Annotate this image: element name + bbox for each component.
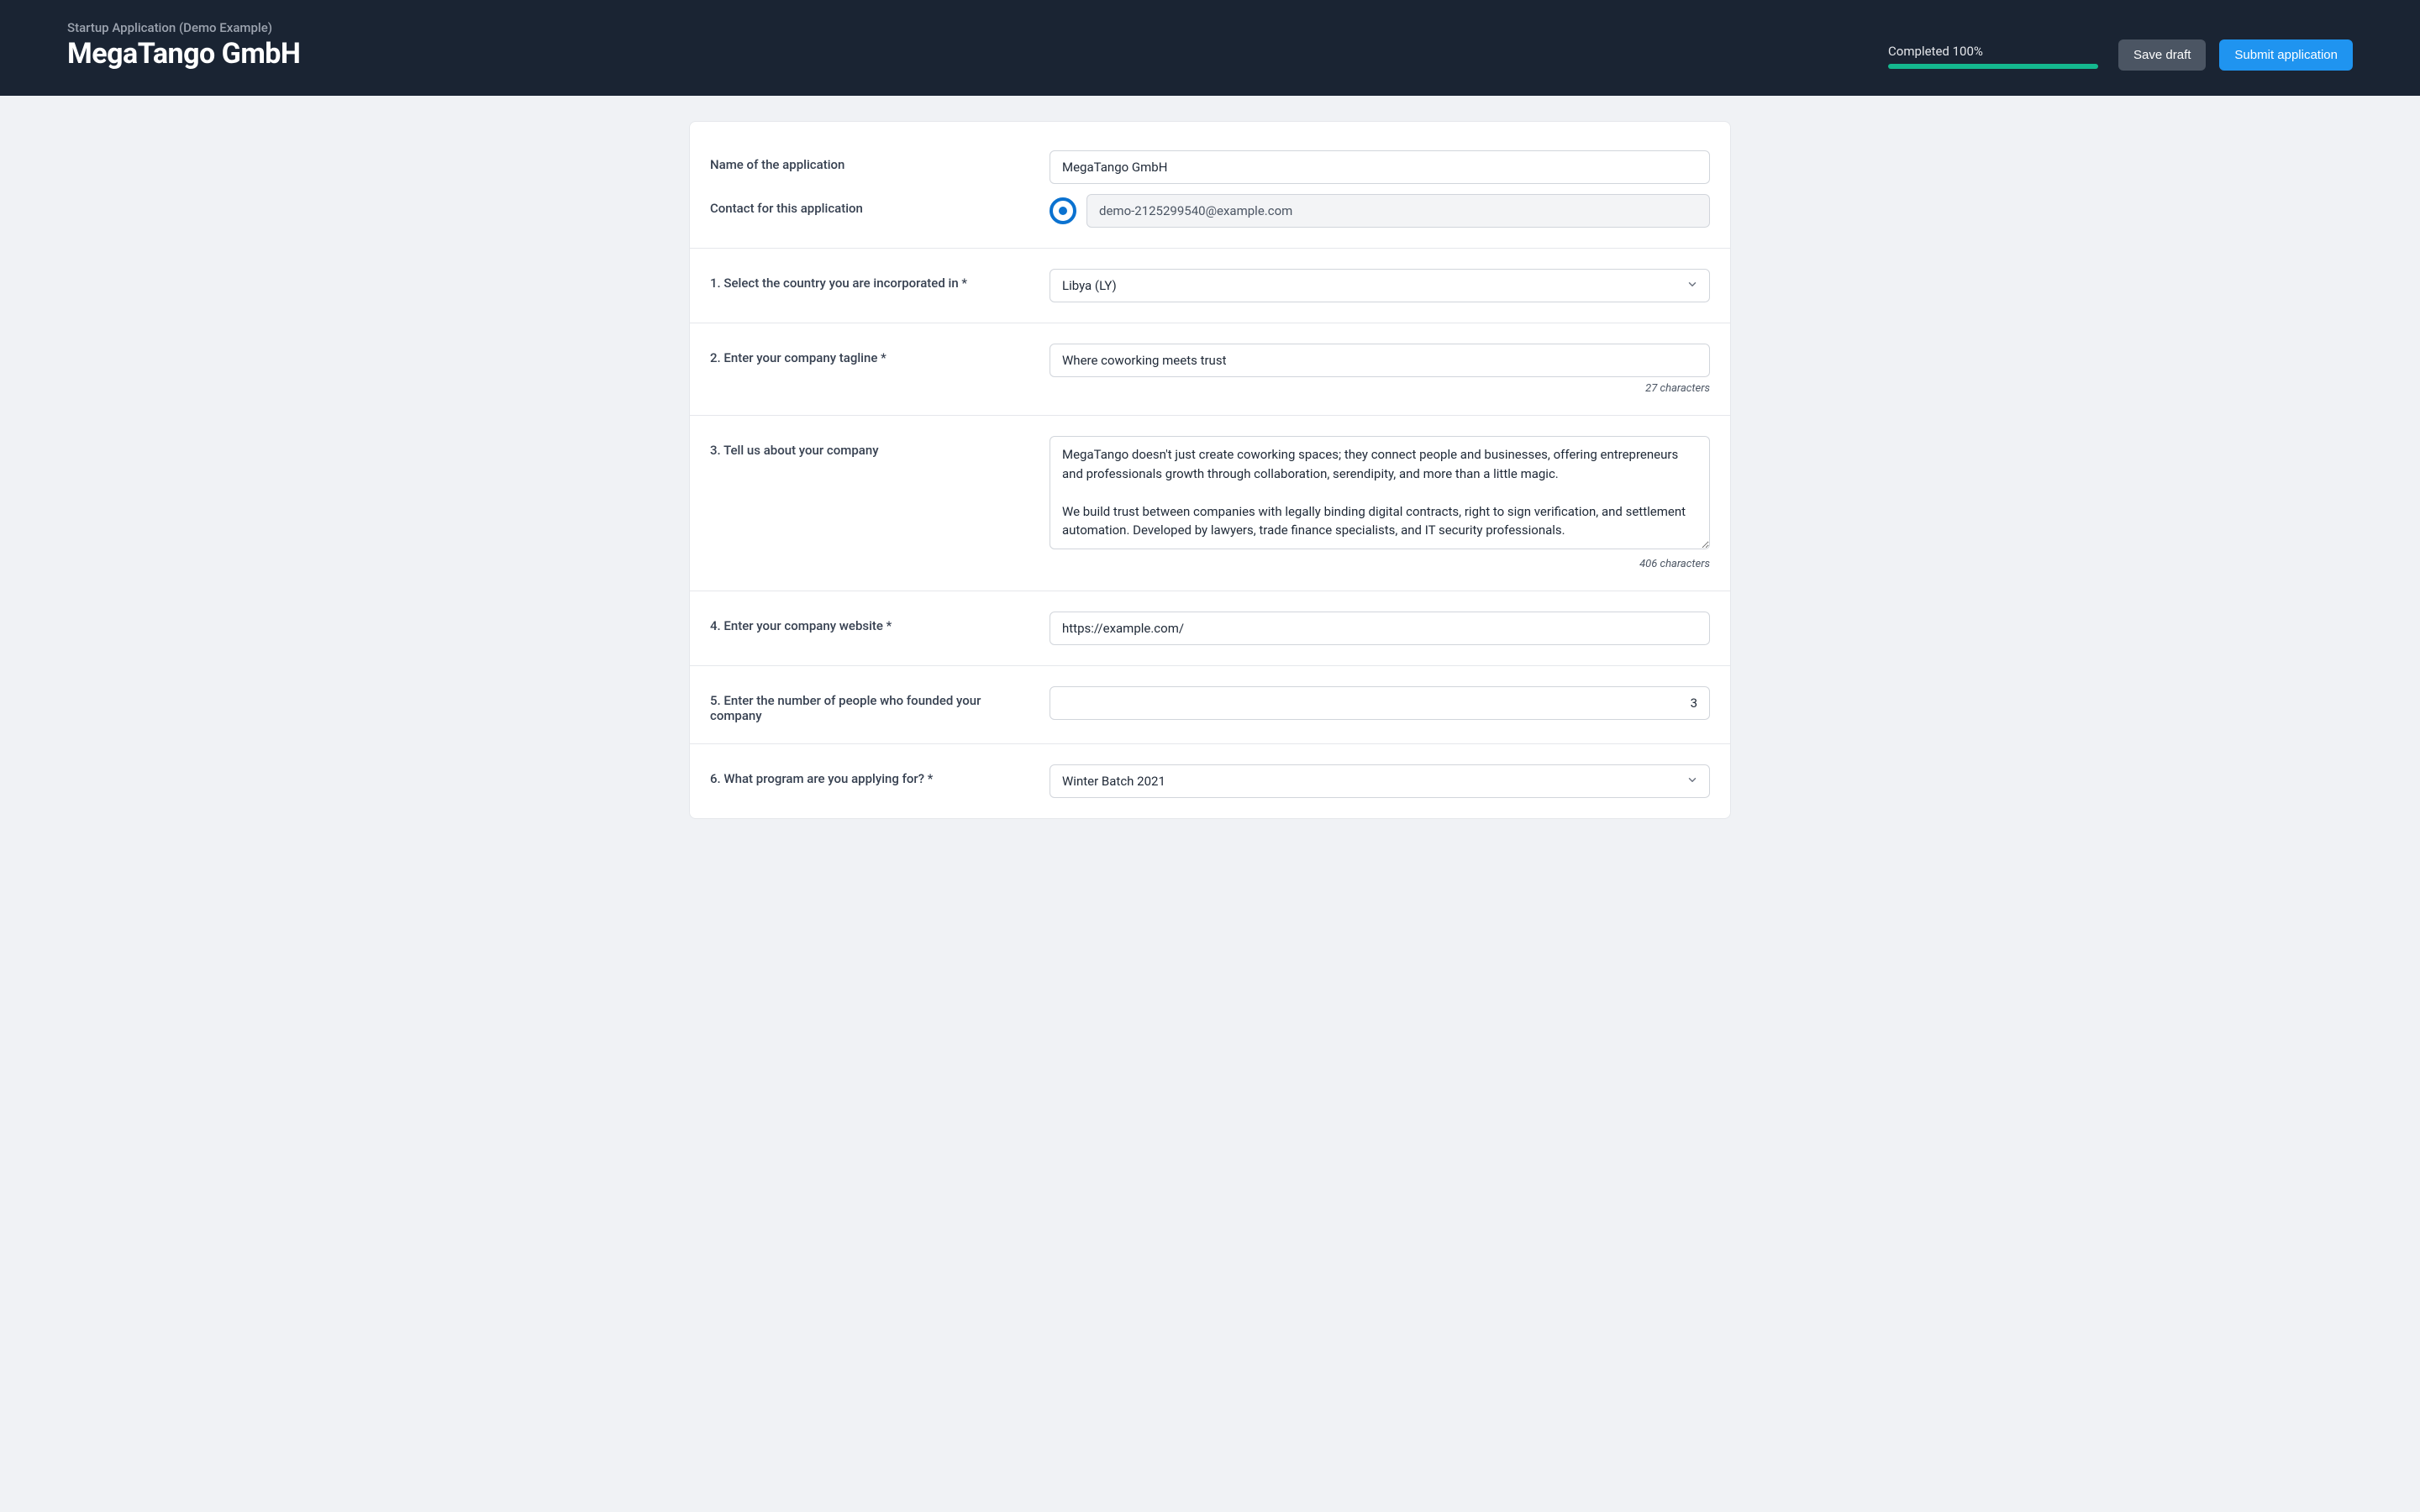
header-title-block: Startup Application (Demo Example) MegaT… <box>67 20 1888 71</box>
founders-input[interactable] <box>1050 686 1710 720</box>
country-select[interactable]: Libya (LY) <box>1050 269 1710 302</box>
header-actions: Completed 100% Save draft Submit applica… <box>1888 39 2353 71</box>
program-select[interactable]: Winter Batch 2021 <box>1050 764 1710 798</box>
form-row-tagline: 2. Enter your company tagline * 27 chara… <box>690 323 1730 416</box>
form-row-contact: Contact for this application <box>690 189 1730 249</box>
contact-input <box>1086 194 1710 228</box>
about-char-count: 406 characters <box>1050 558 1710 570</box>
progress-indicator: Completed 100% <box>1888 44 2098 71</box>
tagline-char-count: 27 characters <box>1050 382 1710 395</box>
label-contact: Contact for this application <box>710 194 1029 228</box>
form-row-about: 3. Tell us about your company 406 charac… <box>690 416 1730 591</box>
form-row-country: 1. Select the country you are incorporat… <box>690 249 1730 323</box>
page-title: MegaTango GmbH <box>67 37 1888 71</box>
avatar-icon <box>1050 197 1076 224</box>
form-row-program: 6. What program are you applying for? * … <box>690 744 1730 818</box>
progress-fill <box>1888 64 2098 69</box>
label-country: 1. Select the country you are incorporat… <box>710 269 1029 302</box>
label-founders: 5. Enter the number of people who founde… <box>710 686 1029 723</box>
submit-application-button[interactable]: Submit application <box>2219 39 2353 71</box>
about-textarea[interactable] <box>1050 436 1710 549</box>
tagline-input[interactable] <box>1050 344 1710 377</box>
header-subtitle: Startup Application (Demo Example) <box>67 20 1888 35</box>
progress-bar <box>1888 64 2098 69</box>
label-program: 6. What program are you applying for? * <box>710 764 1029 798</box>
name-input[interactable] <box>1050 150 1710 184</box>
app-header: Startup Application (Demo Example) MegaT… <box>0 0 2420 96</box>
label-website: 4. Enter your company website * <box>710 612 1029 645</box>
label-about: 3. Tell us about your company <box>710 436 1029 570</box>
label-name: Name of the application <box>710 150 1029 184</box>
save-draft-button[interactable]: Save draft <box>2118 39 2206 71</box>
progress-label: Completed 100% <box>1888 44 2098 59</box>
form-row-founders: 5. Enter the number of people who founde… <box>690 666 1730 744</box>
label-tagline: 2. Enter your company tagline * <box>710 344 1029 395</box>
form-row-name: Name of the application <box>690 130 1730 189</box>
form-row-website: 4. Enter your company website * <box>690 591 1730 666</box>
application-form: Name of the application Contact for this… <box>689 121 1731 819</box>
website-input[interactable] <box>1050 612 1710 645</box>
